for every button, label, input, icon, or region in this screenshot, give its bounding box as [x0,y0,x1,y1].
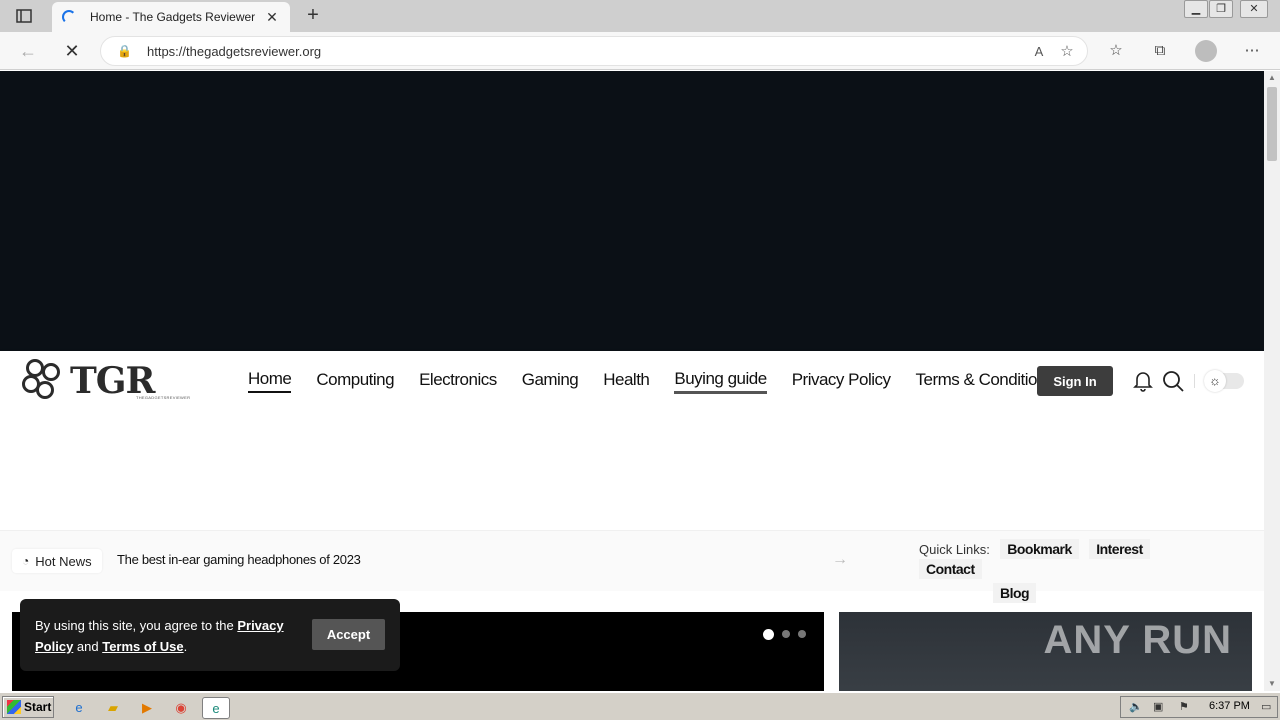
flame-icon: ◔ [22,554,30,568]
bell-icon[interactable] [1133,370,1153,392]
nav-computing[interactable]: Computing [316,370,394,392]
quick-link-blog[interactable]: Blog [993,583,1037,603]
cookie-text-suffix: . [183,639,188,654]
ticker-headline[interactable]: The best in-ear gaming headphones of 202… [117,552,361,567]
slider-dot[interactable] [782,630,790,638]
show-desktop-icon[interactable]: ▭ [1261,700,1271,713]
browser-toolbar: ← ✕ 🔒 https://thegadgetsreviewer.org A ☆… [0,32,1280,70]
quick-link-interest[interactable]: Interest [1089,539,1150,559]
side-feature-card[interactable]: ANY RUN [839,612,1252,691]
media-player-icon[interactable]: ▶ [136,697,158,719]
restore-button[interactable]: ❐ [1209,0,1233,18]
terms-of-use-link[interactable]: Terms of Use [102,639,183,654]
stop-loading-button[interactable]: ✕ [60,40,84,62]
profile-avatar[interactable] [1195,40,1217,62]
lock-icon: 🔒 [117,44,132,58]
taskbar-clock: 6:37 PM [1209,700,1250,712]
dark-mode-toggle[interactable]: ☼ [1204,370,1244,392]
tab-actions-icon[interactable] [8,6,40,26]
page-scrollbar[interactable]: ▲ ▼ [1264,71,1280,691]
action-center-flag-icon[interactable]: ⚑ [1179,700,1189,713]
volume-icon[interactable]: 🔈 [1129,700,1143,713]
tab-title: Home - The Gadgets Reviewer [90,10,256,24]
nav-terms-conditions[interactable]: Terms & Conditions [916,370,1055,392]
news-ticker-bar: ◔ Hot News The best in-ear gaming headph… [0,531,1264,603]
tab-close-icon[interactable]: ✕ [264,9,280,26]
url-text[interactable]: https://thegadgetsreviewer.org [147,44,1025,59]
cookie-consent-popup: By using this site, you agree to the Pri… [20,599,400,671]
hot-news-label: Hot News [35,553,92,569]
slider-dots [763,629,806,640]
nav-electronics[interactable]: Electronics [419,370,497,392]
start-label: Start [24,700,52,714]
read-aloud-icon[interactable]: A [1025,44,1053,59]
nav-buying-guide[interactable]: Buying guide [674,369,767,394]
quick-links-label: Quick Links: [919,542,990,557]
chrome-icon[interactable]: ◉ [170,697,192,719]
quick-link-bookmark[interactable]: Bookmark [1000,539,1079,559]
minimize-button[interactable]: ▁ [1184,0,1208,18]
slider-dot-active[interactable] [763,629,774,640]
folder-icon[interactable]: ▰ [102,697,124,719]
collections-icon[interactable]: ⧉ [1148,41,1172,61]
ie-icon[interactable]: e [68,697,90,719]
close-window-button[interactable]: ✕ [1240,0,1268,18]
hero-banner [0,71,1264,351]
scrollbar-thumb[interactable] [1267,87,1277,161]
sun-icon: ☼ [1204,370,1226,392]
back-button[interactable]: ← [16,40,40,62]
cookie-text-and: and [73,639,103,654]
windows-logo-icon [7,700,21,714]
browser-tab-strip: Home - The Gadgets Reviewer ✕ + ▁ ❐ ✕ [0,0,1280,32]
quick-link-contact[interactable]: Contact [919,559,982,579]
nav-gaming[interactable]: Gaming [522,370,579,392]
ad-space [0,411,1264,531]
scroll-up-icon[interactable]: ▲ [1264,71,1280,85]
ticker-next-arrow-icon[interactable]: → [832,551,848,569]
sign-in-button[interactable]: Sign In [1037,366,1113,396]
nav-home[interactable]: Home [248,369,292,393]
logo-mark-icon [20,357,68,405]
header-divider [1194,374,1195,388]
cookie-text: By using this site, you agree to the Pri… [35,615,295,657]
accept-button[interactable]: Accept [312,619,385,650]
quick-links: Quick Links: Bookmark Interest Contact B… [919,539,1219,603]
scroll-down-icon[interactable]: ▼ [1264,677,1280,691]
start-button[interactable]: Start [2,696,54,718]
favorites-icon[interactable]: ☆ [1104,41,1128,61]
cookie-text-prefix: By using this site, you agree to the [35,618,238,633]
edge-icon[interactable]: e [202,697,230,719]
web-page: TGR THEGADGETSREVIEWER Home Computing El… [0,71,1264,691]
system-tray: 🔈 ▣ ⚑ 6:37 PM ▭ [1120,696,1278,718]
new-tab-button[interactable]: + [302,4,324,26]
hot-news-badge: ◔ Hot News [12,549,102,573]
nav-privacy-policy[interactable]: Privacy Policy [792,370,891,392]
site-logo[interactable]: TGR THEGADGETSREVIEWER [20,355,190,407]
windows-taskbar: Start e ▰ ▶ ◉ e 🔈 ▣ ⚑ 6:37 PM ▭ [0,692,1280,720]
slider-dot[interactable] [798,630,806,638]
nav-health[interactable]: Health [603,370,650,392]
address-bar[interactable]: 🔒 https://thegadgetsreviewer.org A ☆ [100,36,1088,66]
more-menu-icon[interactable]: ⋯ [1240,41,1264,61]
anyrun-watermark: ANY RUN [1043,618,1232,662]
loading-spinner-icon [62,10,76,24]
logo-text: TGR [70,360,155,402]
site-header: TGR THEGADGETSREVIEWER Home Computing El… [0,351,1264,411]
main-nav: Home Computing Electronics Gaming Health… [248,351,1054,411]
browser-tab[interactable]: Home - The Gadgets Reviewer ✕ [52,2,290,32]
logo-tagline: THEGADGETSREVIEWER [136,395,191,400]
add-favorite-icon[interactable]: ☆ [1053,42,1081,60]
search-icon[interactable] [1162,370,1184,392]
network-icon[interactable]: ▣ [1153,700,1163,713]
